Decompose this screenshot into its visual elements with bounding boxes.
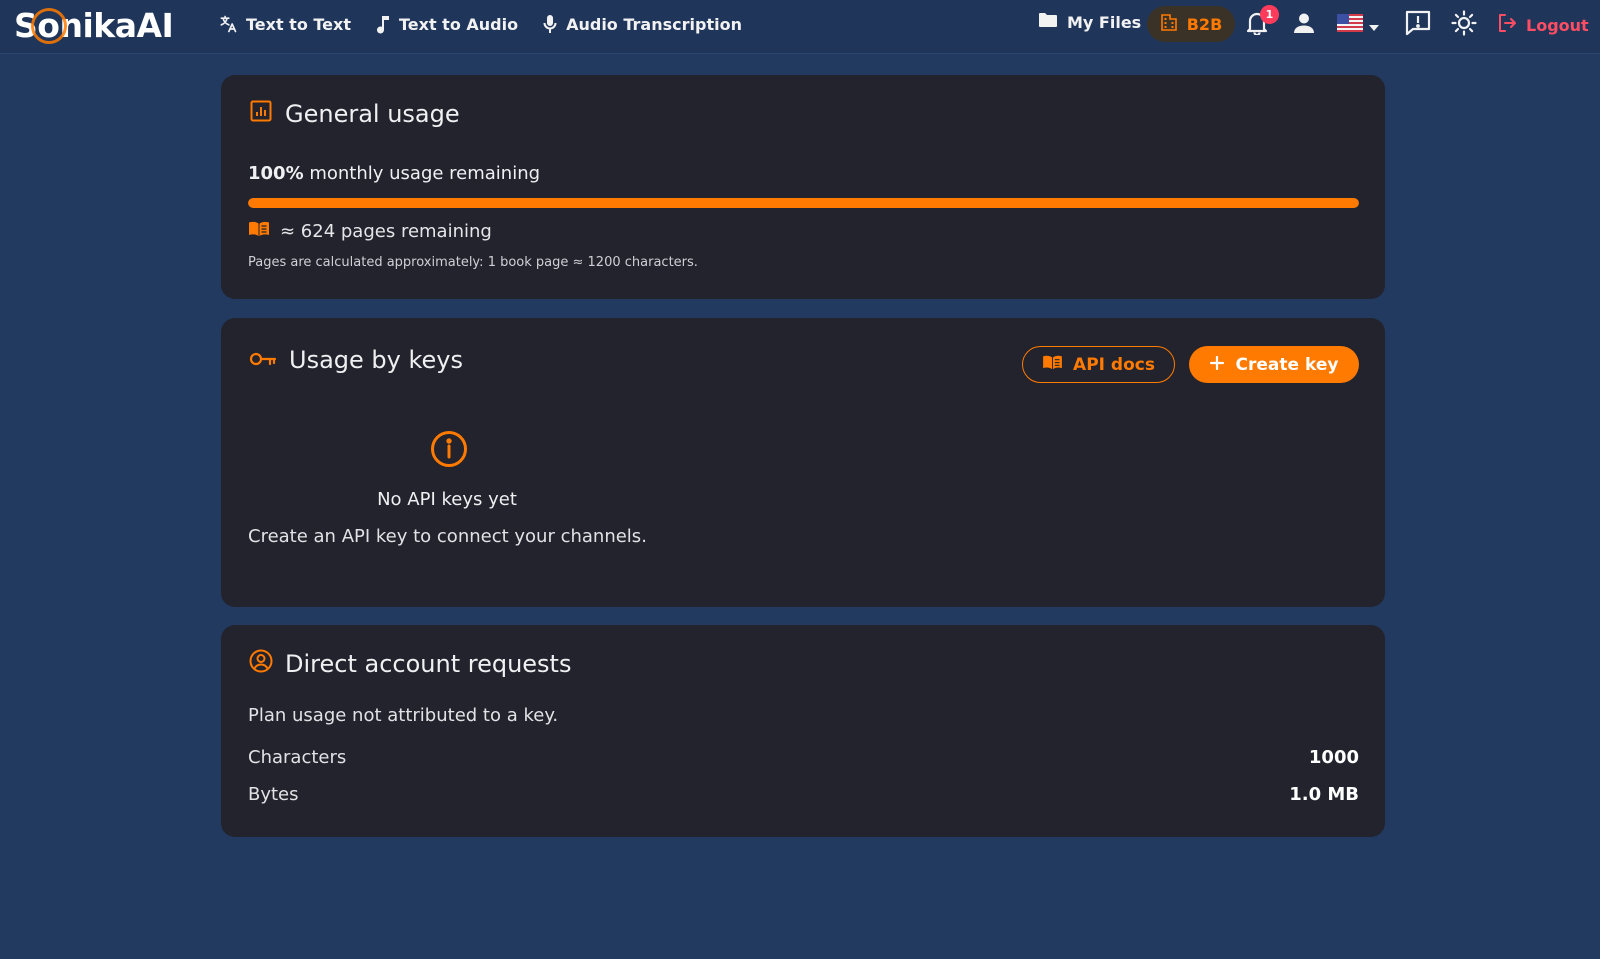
book-icon: [1042, 355, 1063, 375]
microphone-icon: [542, 14, 558, 34]
nav-audio-transcription-label: Audio Transcription: [566, 14, 742, 34]
building-icon: [1160, 13, 1178, 35]
feedback-icon: [1405, 10, 1431, 40]
chart-icon: [249, 99, 273, 129]
direct-requests-header: Direct account requests: [249, 649, 571, 679]
create-key-button[interactable]: Create key: [1189, 346, 1359, 383]
info-icon: [430, 430, 468, 472]
nav-text-to-text-label: Text to Text: [246, 14, 351, 34]
usage-percent-text: monthly usage remaining: [303, 163, 541, 184]
usage-percent: 100%: [248, 163, 304, 184]
empty-state-description: Create an API key to connect your channe…: [248, 526, 647, 547]
usage-progress-fill: [248, 198, 1359, 208]
usage-by-keys-card: Usage by keys API docs Create key No API…: [221, 318, 1385, 607]
translate-icon: [218, 14, 238, 34]
stat-row-bytes: Bytes 1.0 MB: [248, 784, 1359, 805]
pages-remaining-text: ≈ 624 pages remaining: [280, 221, 492, 242]
key-icon: [249, 346, 277, 374]
book-icon: [248, 221, 270, 242]
logo-text-rest: nikaAI: [59, 5, 174, 45]
theme-toggle[interactable]: [1450, 10, 1478, 40]
music-note-icon: [375, 14, 391, 34]
nav-audio-transcription[interactable]: Audio Transcription: [542, 14, 742, 34]
empty-state-title: No API keys yet: [377, 489, 517, 510]
profile-button[interactable]: [1292, 13, 1316, 37]
logout-label: Logout: [1526, 15, 1589, 35]
general-usage-card: General usage 100% monthly usage remaini…: [221, 75, 1385, 299]
my-files-link[interactable]: My Files: [1038, 12, 1141, 32]
pages-remaining: ≈ 624 pages remaining: [248, 221, 492, 242]
plan-usage-note: Plan usage not attributed to a key.: [248, 705, 559, 726]
us-flag-icon: [1337, 14, 1363, 36]
create-key-label: Create key: [1235, 354, 1339, 375]
notification-badge: 1: [1260, 5, 1279, 24]
main-nav: Text to Text Text to Audio Audio Transcr…: [218, 0, 742, 48]
brand-logo[interactable]: So nikaAI: [14, 3, 174, 47]
general-usage-header: General usage: [249, 99, 460, 129]
chevron-down-icon: [1369, 16, 1379, 35]
language-selector[interactable]: [1335, 13, 1381, 37]
pages-calculation-note: Pages are calculated approximately: 1 bo…: [248, 255, 698, 270]
stat-label: Bytes: [248, 784, 299, 805]
usage-by-keys-header: Usage by keys: [249, 346, 463, 374]
logo-ring-icon: [31, 7, 68, 44]
general-usage-title: General usage: [285, 100, 460, 128]
api-docs-label: API docs: [1073, 354, 1155, 375]
usage-progress-bar: [248, 198, 1359, 208]
stat-label: Characters: [248, 747, 347, 768]
folder-icon: [1038, 12, 1058, 32]
sun-icon: [1451, 10, 1477, 40]
usage-remaining-text: 100% monthly usage remaining: [248, 163, 540, 184]
direct-requests-title: Direct account requests: [285, 650, 572, 678]
nav-text-to-text[interactable]: Text to Text: [218, 14, 351, 34]
nav-text-to-audio-label: Text to Audio: [399, 14, 519, 34]
stat-value: 1000: [1308, 747, 1359, 768]
user-icon: [1293, 12, 1315, 38]
stat-row-characters: Characters 1000: [248, 747, 1359, 768]
nav-text-to-audio[interactable]: Text to Audio: [375, 14, 518, 34]
direct-requests-card: Direct account requests Plan usage not a…: [221, 625, 1385, 837]
feedback-button[interactable]: [1404, 10, 1432, 40]
logout-button[interactable]: Logout: [1497, 13, 1589, 37]
b2b-label: B2B: [1186, 14, 1223, 34]
stat-value: 1.0 MB: [1289, 784, 1359, 805]
user-circle-icon: [249, 649, 273, 679]
api-docs-button[interactable]: API docs: [1022, 346, 1175, 383]
plus-icon: [1209, 355, 1224, 375]
top-navbar: So nikaAI Text to Text Text to Audio Audi…: [0, 0, 1600, 54]
logo-o: o: [31, 6, 68, 45]
logout-icon: [1497, 13, 1517, 37]
usage-by-keys-title: Usage by keys: [289, 346, 463, 374]
b2b-button[interactable]: B2B: [1147, 6, 1235, 42]
my-files-label: My Files: [1067, 12, 1142, 32]
